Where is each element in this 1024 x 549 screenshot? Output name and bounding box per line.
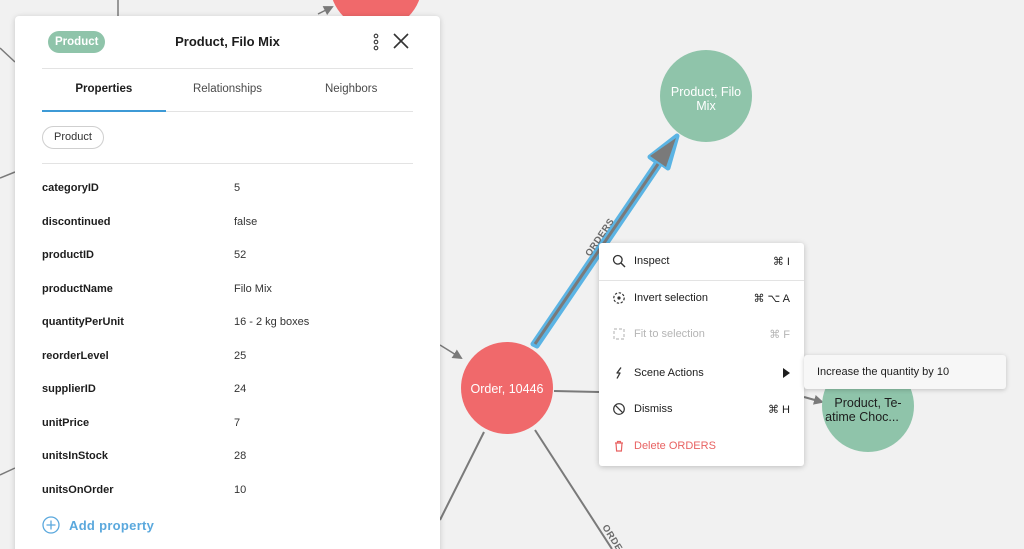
divider (42, 163, 413, 164)
property-row: discontinued false (42, 205, 412, 239)
graph-edge[interactable] (0, 47, 16, 63)
node-label: Product, Te- (834, 396, 901, 410)
graph-edge[interactable] (439, 431, 485, 521)
label-tag[interactable]: Product (42, 126, 104, 149)
property-value[interactable]: 24 (234, 383, 246, 395)
property-key: supplierID (42, 383, 96, 395)
panel-title: Product, Filo Mix (175, 34, 280, 49)
scene-actions-icon (616, 367, 622, 379)
property-value[interactable]: 28 (234, 450, 246, 462)
search-icon (612, 254, 626, 268)
add-property-button[interactable]: Add property (42, 516, 154, 534)
property-key: unitsInStock (42, 450, 109, 462)
menu-item-label: Delete ORDERS (634, 440, 716, 452)
fit-to-selection-icon (613, 328, 625, 340)
property-row: reorderLevel 25 (42, 339, 412, 373)
property-key: unitPrice (42, 416, 90, 429)
node-label: atime Choc... (825, 410, 899, 424)
close-icon[interactable] (392, 32, 410, 50)
property-key: discontinued (42, 215, 111, 228)
menu-item-delete-orders[interactable]: Delete ORDERS (599, 428, 804, 464)
tab-relationships[interactable]: Relationships (166, 69, 290, 111)
node-order-10446[interactable]: Order, 10446 (461, 342, 553, 434)
menu-item-shortcut: ⌘ ⌥ A (753, 292, 790, 305)
submenu-item-increase-quantity[interactable]: Increase the quantity by 10 (804, 355, 1006, 389)
properties-list: categoryID 5 discontinued false productI… (42, 171, 412, 506)
menu-item-label: Invert selection (634, 292, 708, 304)
graph-edge[interactable] (553, 390, 600, 393)
trash-icon (615, 440, 623, 452)
node-label: Product, Filo (671, 85, 741, 99)
node-label: Mix (696, 99, 716, 113)
property-key: reorderLevel (42, 349, 109, 362)
property-key: productID (42, 249, 94, 261)
property-key: categoryID (42, 182, 99, 194)
property-value[interactable]: false (234, 216, 257, 228)
dismiss-icon (613, 403, 625, 415)
property-row: unitsOnOrder 10 (42, 473, 412, 507)
more-vertical-icon[interactable] (371, 33, 381, 51)
node-product-filo-mix[interactable]: Product, Filo Mix (660, 50, 752, 142)
menu-item-label: Scene Actions (634, 367, 704, 379)
menu-item-scene-actions[interactable]: Scene Actions (599, 355, 804, 391)
property-value[interactable]: 16 - 2 kg boxes (234, 316, 309, 328)
panel-header: Product Product, Filo Mix (15, 16, 440, 68)
menu-item-label: Fit to selection (634, 328, 705, 340)
menu-item-fit-to-selection: Fit to selection ⌘ F (599, 316, 804, 352)
menu-item-shortcut: ⌘ I (772, 255, 790, 268)
node-label-chip[interactable]: Product (48, 31, 106, 53)
submenu-arrow-icon (783, 368, 790, 378)
property-row: unitsInStock 28 (42, 439, 412, 473)
property-key: productName (42, 282, 113, 295)
property-value[interactable]: 5 (234, 182, 240, 194)
property-row: categoryID 5 (42, 171, 412, 205)
menu-item-inspect[interactable]: Inspect ⌘ I (599, 243, 804, 279)
graph-edge[interactable] (0, 171, 16, 179)
menu-item-invert-selection[interactable]: Invert selection ⌘ ⌥ A (599, 280, 804, 316)
property-row: quantityPerUnit 16 - 2 kg boxes (42, 305, 412, 339)
property-value[interactable]: Filo Mix (234, 283, 272, 295)
graph-edge[interactable] (317, 6, 334, 16)
property-key: unitsOnOrder (42, 483, 114, 496)
menu-item-label: Inspect (634, 255, 670, 267)
menu-item-shortcut: ⌘ F (769, 328, 790, 341)
property-row: productName Filo Mix (42, 272, 412, 306)
panel-tabs: Properties Relationships Neighbors (42, 69, 413, 112)
context-menu: Inspect ⌘ I Invert selection ⌘ ⌥ A Fit t… (599, 243, 804, 466)
invert-selection-icon (613, 292, 625, 304)
inspector-panel: Product Product, Filo Mix Properties Rel… (15, 16, 440, 549)
menu-item-dismiss[interactable]: Dismiss ⌘ H (599, 391, 804, 427)
property-row: productID 52 (42, 238, 412, 272)
tab-properties[interactable]: Properties (42, 69, 166, 112)
node-label: Order, 10446 (471, 382, 544, 396)
graph-edge[interactable] (0, 467, 16, 476)
menu-item-label: Dismiss (634, 403, 673, 415)
graph-edge[interactable] (439, 344, 463, 360)
property-value[interactable]: 52 (234, 249, 246, 261)
tab-neighbors[interactable]: Neighbors (289, 69, 413, 111)
menu-item-shortcut: ⌘ H (768, 403, 790, 416)
add-property-label: Add property (69, 517, 155, 533)
graph-edge[interactable] (803, 395, 824, 405)
add-circle-icon (42, 516, 60, 534)
submenu-item-label: Increase the quantity by 10 (817, 366, 950, 378)
property-row: unitPrice 7 (42, 406, 412, 440)
property-value[interactable]: 25 (234, 350, 246, 362)
property-key: quantityPerUnit (42, 316, 124, 328)
property-value[interactable]: 10 (234, 484, 246, 496)
property-value[interactable]: 7 (234, 417, 240, 429)
property-row: supplierID 24 (42, 372, 412, 406)
